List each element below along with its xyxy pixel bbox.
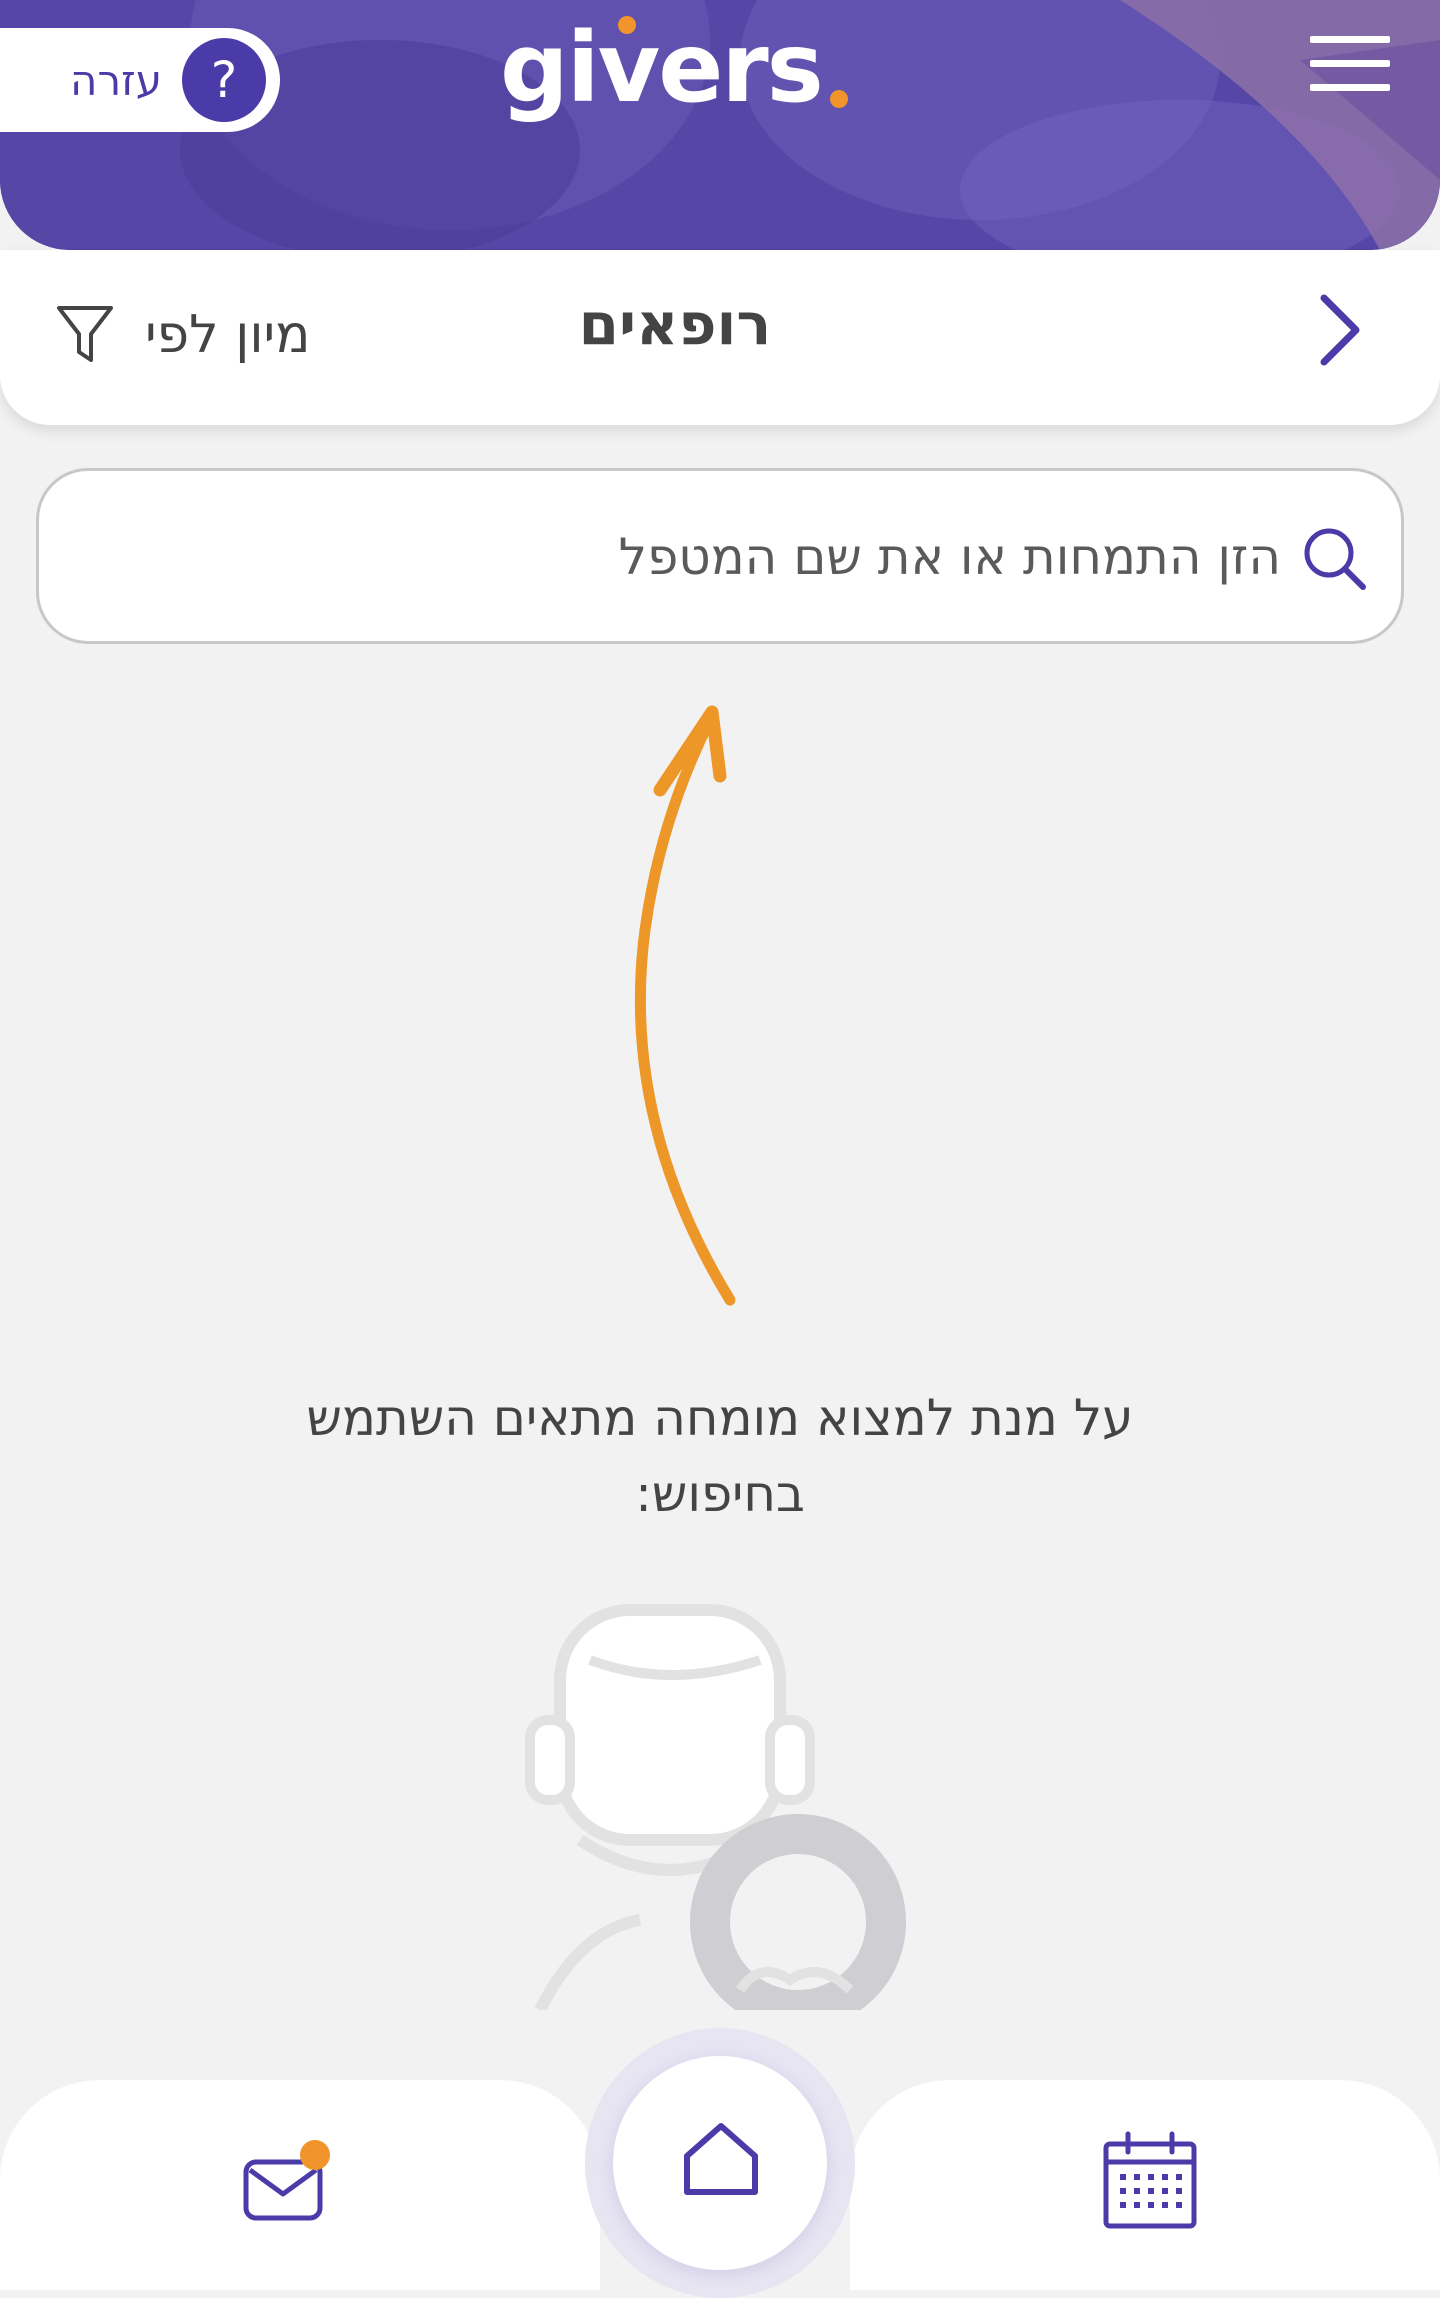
search-hint-line1: על מנת למצוא מומחה מתאים השתמש bbox=[306, 1389, 1134, 1447]
nav-messages[interactable] bbox=[0, 2080, 600, 2290]
page-title: רופאים bbox=[578, 290, 772, 358]
calendar-icon bbox=[1103, 2131, 1197, 2229]
question-icon: ? bbox=[182, 38, 266, 122]
logo-dot-end bbox=[830, 90, 848, 108]
search-hint: על מנת למצוא מומחה מתאים השתמש בחיפוש: bbox=[220, 1380, 1220, 1532]
logo-dot-i bbox=[618, 16, 636, 34]
search-icon[interactable] bbox=[1299, 523, 1369, 593]
app-header: עזרה ? givers bbox=[0, 0, 1440, 250]
search-input[interactable] bbox=[79, 501, 1283, 613]
nav-home[interactable] bbox=[613, 2056, 827, 2270]
bottom-navigation bbox=[0, 2028, 1440, 2298]
mail-icon bbox=[240, 2140, 330, 2230]
doctor-search-illustration bbox=[525, 1604, 906, 2010]
search-bar bbox=[36, 468, 1404, 644]
chevron-right-icon[interactable] bbox=[1310, 290, 1370, 370]
search-hint-line2: בחיפוש: bbox=[635, 1465, 805, 1523]
sort-label: מיון לפי bbox=[145, 305, 311, 365]
hamburger-icon[interactable] bbox=[1310, 36, 1390, 96]
page-header: רופאים מיון לפי bbox=[0, 250, 1440, 425]
logo-text: givers bbox=[500, 12, 824, 124]
nav-calendar[interactable] bbox=[850, 2080, 1440, 2290]
home-icon bbox=[684, 2123, 758, 2195]
filter-icon bbox=[57, 306, 113, 362]
help-button[interactable]: עזרה ? bbox=[0, 28, 280, 132]
notification-badge bbox=[300, 2140, 330, 2170]
givers-logo: givers bbox=[500, 8, 860, 128]
arrow-up-illustration bbox=[634, 705, 736, 1306]
help-label: עזרה bbox=[70, 55, 162, 105]
sort-button[interactable]: מיון לפי bbox=[55, 295, 310, 375]
